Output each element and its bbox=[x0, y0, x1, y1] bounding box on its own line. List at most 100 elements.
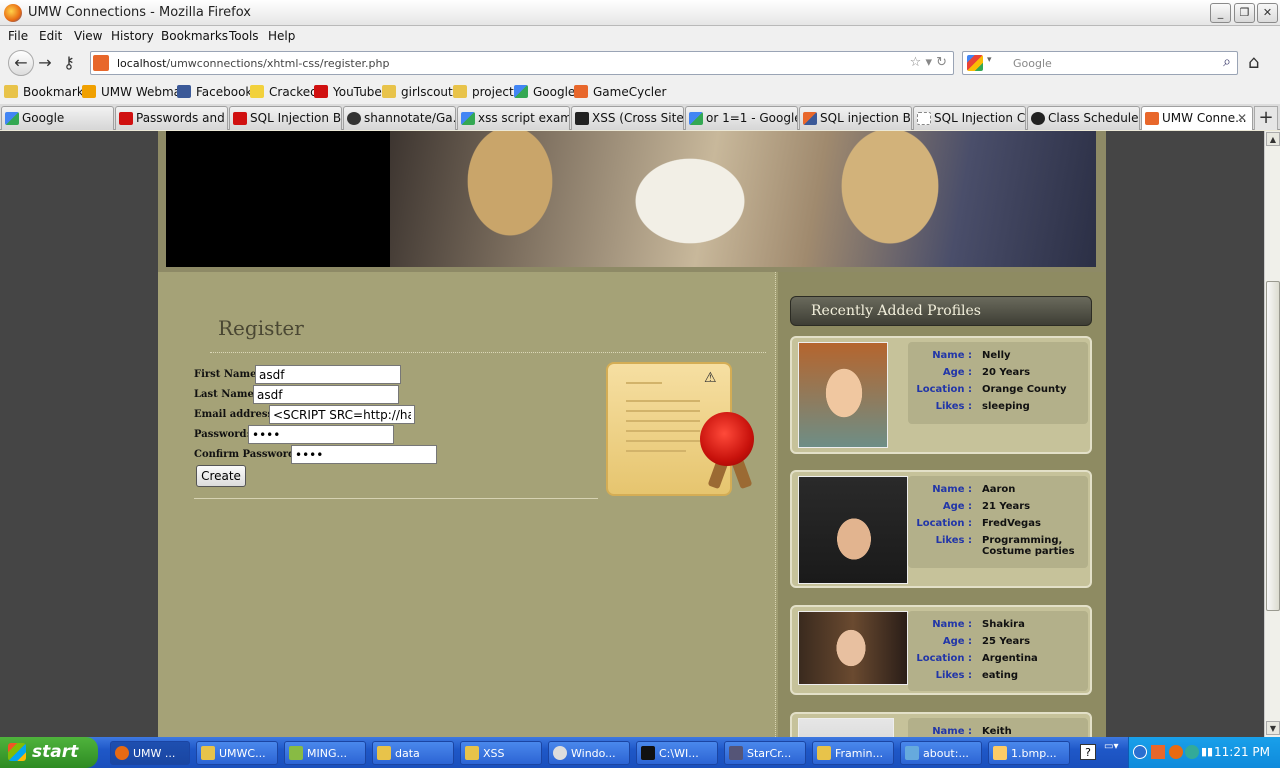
bookmark-star-icon[interactable]: ☆ ▾ ↻ bbox=[910, 55, 947, 70]
tab-strip: Google Passwords and ... SQL Injection B… bbox=[0, 104, 1280, 130]
task-starcraft[interactable]: StarCr... bbox=[724, 741, 806, 765]
recent-profiles-column: Recently Added Profiles Name : Nelly Age… bbox=[778, 272, 1106, 737]
clock[interactable]: 11:21 PM bbox=[1214, 745, 1270, 759]
profile-photo[interactable] bbox=[798, 718, 894, 737]
bookmark-gamecycler[interactable]: GameCycler bbox=[574, 85, 666, 99]
menu-tools[interactable]: Tools bbox=[229, 29, 259, 43]
menu-bookmarks[interactable]: Bookmarks bbox=[161, 29, 228, 43]
menu-history[interactable]: History bbox=[111, 29, 154, 43]
task-paint[interactable]: 1.bmp... bbox=[988, 741, 1070, 765]
tab-or-1-1[interactable]: or 1=1 - Google... bbox=[685, 106, 798, 130]
task-windows-media[interactable]: Windo... bbox=[548, 741, 630, 765]
first-name-input[interactable] bbox=[255, 365, 401, 384]
command-prompt-icon bbox=[641, 746, 655, 760]
github-icon bbox=[347, 112, 361, 125]
password-input[interactable] bbox=[248, 425, 394, 444]
confirm-password-input[interactable] bbox=[291, 445, 437, 464]
bookmark-bookmarks[interactable]: Bookmarks bbox=[4, 85, 90, 99]
close-tab-icon[interactable]: ✕ bbox=[1237, 111, 1247, 125]
task-command-prompt[interactable]: C:\WI... bbox=[636, 741, 718, 765]
bookmark-girlscouts[interactable]: girlscouts bbox=[382, 85, 459, 99]
tab-sql-injection-c[interactable]: SQL Injection C... bbox=[913, 106, 1026, 130]
menu-edit[interactable]: Edit bbox=[39, 29, 62, 43]
profile-age: 20 Years bbox=[982, 367, 1031, 378]
start-button[interactable]: start bbox=[0, 737, 98, 768]
help-icon[interactable]: ? bbox=[1080, 744, 1096, 760]
signal-icon[interactable]: ▮▮ bbox=[1201, 745, 1213, 758]
bookmark-umw-webmail[interactable]: UMW Webmail bbox=[82, 85, 188, 99]
menu-help[interactable]: Help bbox=[268, 29, 295, 43]
bookmark-project[interactable]: project bbox=[453, 85, 514, 99]
url-bar[interactable]: localhost/umwconnections/xhtml-css/regis… bbox=[90, 51, 954, 75]
chevron-down-icon[interactable]: ▾ bbox=[987, 55, 992, 65]
profile-card[interactable]: Name : Aaron Age : 21 Years Location : F… bbox=[790, 470, 1092, 588]
folder-icon bbox=[4, 85, 18, 98]
tray-app-icon[interactable] bbox=[1185, 745, 1199, 759]
circle-icon bbox=[1031, 112, 1045, 125]
profile-card[interactable]: Name : Nelly Age : 20 Years Location : O… bbox=[790, 336, 1092, 454]
identity-key-icon[interactable]: ⚷ bbox=[58, 52, 80, 74]
search-bar[interactable]: ▾ Google ⌕ bbox=[962, 51, 1238, 75]
url-text[interactable]: localhost/umwconnections/xhtml-css/regis… bbox=[117, 57, 389, 70]
tab-class-schedule[interactable]: Class Schedule ... bbox=[1027, 106, 1140, 130]
page-viewport: Register First Name: Last Name: Email ad… bbox=[0, 131, 1264, 737]
xampp-tray-icon[interactable] bbox=[1151, 745, 1165, 759]
scroll-down-arrow-icon[interactable]: ▼ bbox=[1266, 721, 1280, 735]
likes-label: Likes : bbox=[935, 535, 972, 546]
task-xss-folder[interactable]: XSS bbox=[460, 741, 542, 765]
profile-photo[interactable] bbox=[798, 476, 908, 584]
profile-card[interactable]: Name : Shakira Age : 25 Years Location :… bbox=[790, 605, 1092, 695]
tab-umw-connections[interactable]: UMW Conne... ✕ bbox=[1141, 106, 1253, 130]
vertical-scrollbar[interactable]: ▲ ▼ bbox=[1264, 131, 1280, 737]
desktop-toolbar-icon[interactable]: ▭▾ bbox=[1104, 741, 1118, 752]
warning-icon: ⚠ bbox=[704, 370, 717, 386]
password-label: Password: bbox=[194, 429, 251, 440]
maximize-button[interactable]: ❐ bbox=[1234, 3, 1255, 23]
profile-likes: sleeping bbox=[982, 401, 1030, 412]
profile-location: Argentina bbox=[982, 653, 1038, 664]
search-icon[interactable]: ⌕ bbox=[1223, 54, 1231, 70]
home-button[interactable]: ⌂ bbox=[1248, 52, 1259, 73]
folder-icon bbox=[817, 746, 831, 760]
google-search-engine-icon[interactable] bbox=[967, 55, 983, 71]
task-data-folder[interactable]: data bbox=[372, 741, 454, 765]
firefox-tray-icon[interactable] bbox=[1169, 745, 1183, 759]
scroll-thumb[interactable] bbox=[1266, 281, 1280, 611]
profile-photo[interactable] bbox=[798, 342, 888, 448]
minimize-button[interactable]: _ bbox=[1210, 3, 1231, 23]
bookmark-facebook[interactable]: Facebook bbox=[177, 85, 252, 99]
tab-sql-injection-ba[interactable]: SQL injection Ba... bbox=[799, 106, 912, 130]
new-tab-button[interactable]: + bbox=[1254, 106, 1278, 130]
tab-sql-injection-b[interactable]: SQL Injection B... bbox=[229, 106, 342, 130]
bookmark-youtube[interactable]: YouTube bbox=[314, 85, 382, 99]
tab-google[interactable]: Google bbox=[1, 106, 114, 130]
profile-card[interactable]: Name : Keith bbox=[790, 712, 1092, 737]
tab-passwords[interactable]: Passwords and ... bbox=[115, 106, 228, 130]
email-input[interactable] bbox=[269, 405, 415, 424]
task-framing-folder[interactable]: Framin... bbox=[812, 741, 894, 765]
bookmark-google[interactable]: Google bbox=[514, 85, 575, 99]
last-name-input[interactable] bbox=[253, 385, 399, 404]
task-ming[interactable]: MING... bbox=[284, 741, 366, 765]
bookmark-cracked[interactable]: Cracked bbox=[250, 85, 318, 99]
scroll-up-arrow-icon[interactable]: ▲ bbox=[1266, 132, 1280, 146]
menu-view[interactable]: View bbox=[74, 29, 102, 43]
forward-button[interactable]: → bbox=[34, 52, 56, 74]
name-label: Name : bbox=[932, 484, 972, 495]
location-label: Location : bbox=[916, 384, 972, 395]
name-label: Name : bbox=[932, 726, 972, 737]
task-firefox[interactable]: UMW ... bbox=[110, 741, 190, 765]
create-button[interactable]: Create bbox=[196, 465, 246, 487]
facebook-icon bbox=[177, 85, 191, 98]
close-button[interactable]: ✕ bbox=[1257, 3, 1278, 23]
tab-shannotate[interactable]: shannotate/Ga... bbox=[343, 106, 456, 130]
back-button[interactable]: ← bbox=[8, 50, 34, 76]
task-about[interactable]: about:... bbox=[900, 741, 982, 765]
menu-file[interactable]: File bbox=[8, 29, 28, 43]
tab-xss-cross-site[interactable]: XSS (Cross Site ... bbox=[571, 106, 684, 130]
youtube-icon bbox=[314, 85, 328, 98]
profile-photo[interactable] bbox=[798, 611, 908, 685]
task-umwc-folder[interactable]: UMWC... bbox=[196, 741, 278, 765]
tab-xss-script[interactable]: xss script exam... bbox=[457, 106, 570, 130]
tray-collapse-icon[interactable] bbox=[1133, 745, 1147, 759]
